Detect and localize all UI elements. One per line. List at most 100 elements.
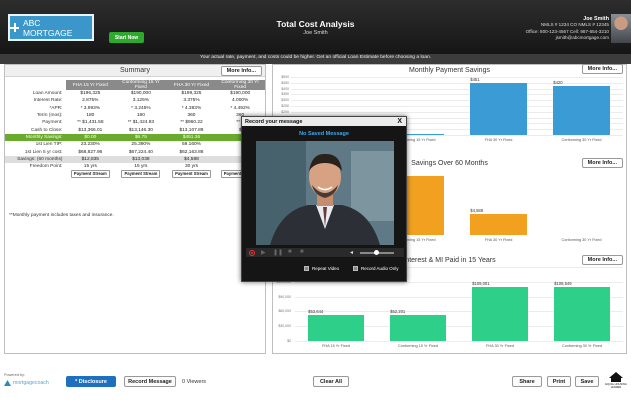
table-cell: 180 xyxy=(136,113,145,119)
repeat-video-checkbox[interactable] xyxy=(304,266,309,271)
payment-stream-button[interactable]: Payment Stream xyxy=(121,170,161,178)
table-cell: $199,325 xyxy=(181,91,202,97)
payment-stream-row: Payment Stream Payment Stream Payment St… xyxy=(5,170,265,178)
category-label: FHA 30 Yr Fixed xyxy=(486,344,514,348)
stop-icon[interactable]: ■ xyxy=(288,249,292,255)
repeat-video-label: Repeat Video xyxy=(312,266,340,271)
y-tick-label: $60,000 xyxy=(278,309,291,314)
chart-bar[interactable] xyxy=(390,315,446,341)
record-message-button[interactable]: Record Message xyxy=(124,376,176,387)
chart-bar[interactable] xyxy=(553,86,610,135)
print-button[interactable]: Print xyxy=(547,376,571,387)
equal-housing-icon xyxy=(609,372,623,382)
monthly-savings-row: Monthly Savings: $0.00 $6.75 $451.36 xyxy=(5,133,265,142)
table-row: 1st Lien 5 yr cost: $68,827.96 $67,224.4… xyxy=(5,148,265,155)
row-label: Savings: (60 months) xyxy=(5,155,67,163)
table-cell: 25.390% xyxy=(131,142,151,148)
row-label: Freedom Point: xyxy=(29,164,63,170)
table-cell: ** $1,424.83 xyxy=(127,120,155,126)
equal-housing-logo: EQUAL HOUSING LENDER xyxy=(605,372,627,396)
table-cell: $4,588 xyxy=(167,155,216,163)
table-cell: 59.160% xyxy=(182,142,201,148)
column-header: FHA 30 Yr Fixed xyxy=(167,80,216,90)
y-tick-label: $450 xyxy=(281,80,289,85)
y-tick-label: $300 xyxy=(281,98,289,103)
table-cell: $190,000 xyxy=(230,91,251,97)
repeat-video-option[interactable]: Repeat Video xyxy=(304,266,339,271)
table-row: 1st Lien TIP: 23.230% 25.390% 59.160% xyxy=(5,141,265,148)
chart3-more-info-button[interactable]: More Info... xyxy=(581,255,623,265)
record-audio-only-checkbox[interactable] xyxy=(353,266,358,271)
share-button[interactable]: Share xyxy=(512,376,542,387)
table-cell: * 3.993% xyxy=(80,105,101,111)
table-corner xyxy=(5,80,66,90)
disclosure-button[interactable]: * Disclosure xyxy=(66,376,116,387)
y-tick-label: $0 xyxy=(287,339,291,343)
dialog-titlebar: Record your message X xyxy=(242,117,406,126)
summary-more-info-button[interactable]: More Info... xyxy=(220,66,262,76)
mortgagecoach-logo: mortgagecoach xyxy=(4,380,49,386)
chart-bar[interactable] xyxy=(470,214,527,235)
bar-value-label: $451 xyxy=(470,76,480,82)
chart-bar[interactable] xyxy=(472,287,528,341)
volume-icon[interactable]: ◂ xyxy=(350,249,353,256)
category-label: FHA 15 Yr Fixed xyxy=(322,344,350,348)
bar-value-label: $4,588 xyxy=(470,208,484,214)
payment-stream-button[interactable]: Payment Stream xyxy=(70,170,110,178)
table-cell: 15 yrs xyxy=(134,164,148,170)
video-preview[interactable] xyxy=(256,141,394,245)
table-cell: $451.36 xyxy=(167,133,216,142)
record-audio-only-option[interactable]: Record Audio Only xyxy=(353,266,399,271)
row-label: *APR: xyxy=(49,105,63,111)
table-cell: 4.000% xyxy=(232,98,249,104)
record-message-dialog: Record your message X No Saved Message ▶… xyxy=(241,116,407,282)
chart-bar[interactable] xyxy=(308,314,364,341)
bar-value-label: $52,201 xyxy=(390,309,406,315)
close-icon[interactable]: X xyxy=(397,118,402,125)
chart2-more-info-button[interactable]: More Info... xyxy=(581,158,623,168)
table-cell: $190,000 xyxy=(130,91,151,97)
chart-bar[interactable] xyxy=(554,287,610,341)
table-cell: * 3.245% xyxy=(131,105,151,111)
table-row: Loan Amount: $196,325 $190,000 $199,325 … xyxy=(5,90,265,97)
savings-60-row: Savings: (60 months) $12,835 $13,038 $4,… xyxy=(5,155,265,163)
payment-stream-button[interactable]: Payment Stream xyxy=(172,170,211,178)
table-cell: $13,146.30 xyxy=(128,127,153,133)
record-audio-only-label: Record Audio Only xyxy=(361,266,399,271)
summary-panel: Summary More Info... FHA 15 Yr Fixed Con… xyxy=(4,64,266,354)
table-cell: 3.375% xyxy=(183,98,200,104)
column-header: FHA 15 Yr Fixed xyxy=(66,80,115,90)
table-cell: 180 xyxy=(86,113,95,119)
loan-officer-contact: Joe Smith NMLS # 1234 CO NMLS # 12345 Of… xyxy=(526,16,609,42)
table-cell: 3.125% xyxy=(132,98,150,104)
play-icon[interactable]: ▶ xyxy=(261,249,266,256)
volume-slider-handle[interactable] xyxy=(374,249,379,255)
table-row: Term (mos): 180 180 360 360 xyxy=(5,112,265,119)
table-cell: * 4.492% xyxy=(230,105,250,111)
table-row: Cash to Close: $13,366.01 $13,146.30 $13… xyxy=(5,126,265,133)
table-cell: $13,038 xyxy=(114,155,168,163)
table-cell: * 4.383% xyxy=(181,105,202,111)
pause-icon[interactable]: ❚❚ xyxy=(273,249,283,256)
dialog-title: Record your message xyxy=(245,118,303,125)
chart-bar[interactable] xyxy=(470,82,527,135)
chart1-more-info-button[interactable]: More Info... xyxy=(581,64,623,74)
table-cell: $196,325 xyxy=(80,91,101,97)
clear-all-button[interactable]: Clear All xyxy=(313,376,349,387)
table-cell: $67,224.40 xyxy=(128,149,153,155)
save-button[interactable]: Save xyxy=(575,376,599,387)
record-icon[interactable] xyxy=(249,249,255,256)
presenter-video-frame xyxy=(256,141,394,245)
contact-email: jsmith@abcmortgage.com xyxy=(555,35,609,41)
viewer-count: 0 Viewers xyxy=(182,379,207,385)
y-tick-label: $350 xyxy=(281,92,289,97)
category-label: Conforming 30 Yr Fixed xyxy=(561,344,603,348)
y-tick-label: $400 xyxy=(281,86,289,91)
bar-value-label: $108,549 xyxy=(554,281,572,287)
upload-icon[interactable]: ■ xyxy=(300,249,304,255)
table-row: *APR: * 3.993% * 3.245% * 4.383% * 4.492… xyxy=(5,105,265,112)
y-tick-label: $90,000 xyxy=(278,294,291,299)
row-label: 1st Lien TIP: xyxy=(35,142,63,148)
equal-housing-text: EQUAL HOUSING LENDER xyxy=(605,383,627,389)
table-row: Payment: ** $1,431.58 ** $1,424.83 ** $9… xyxy=(5,119,265,126)
